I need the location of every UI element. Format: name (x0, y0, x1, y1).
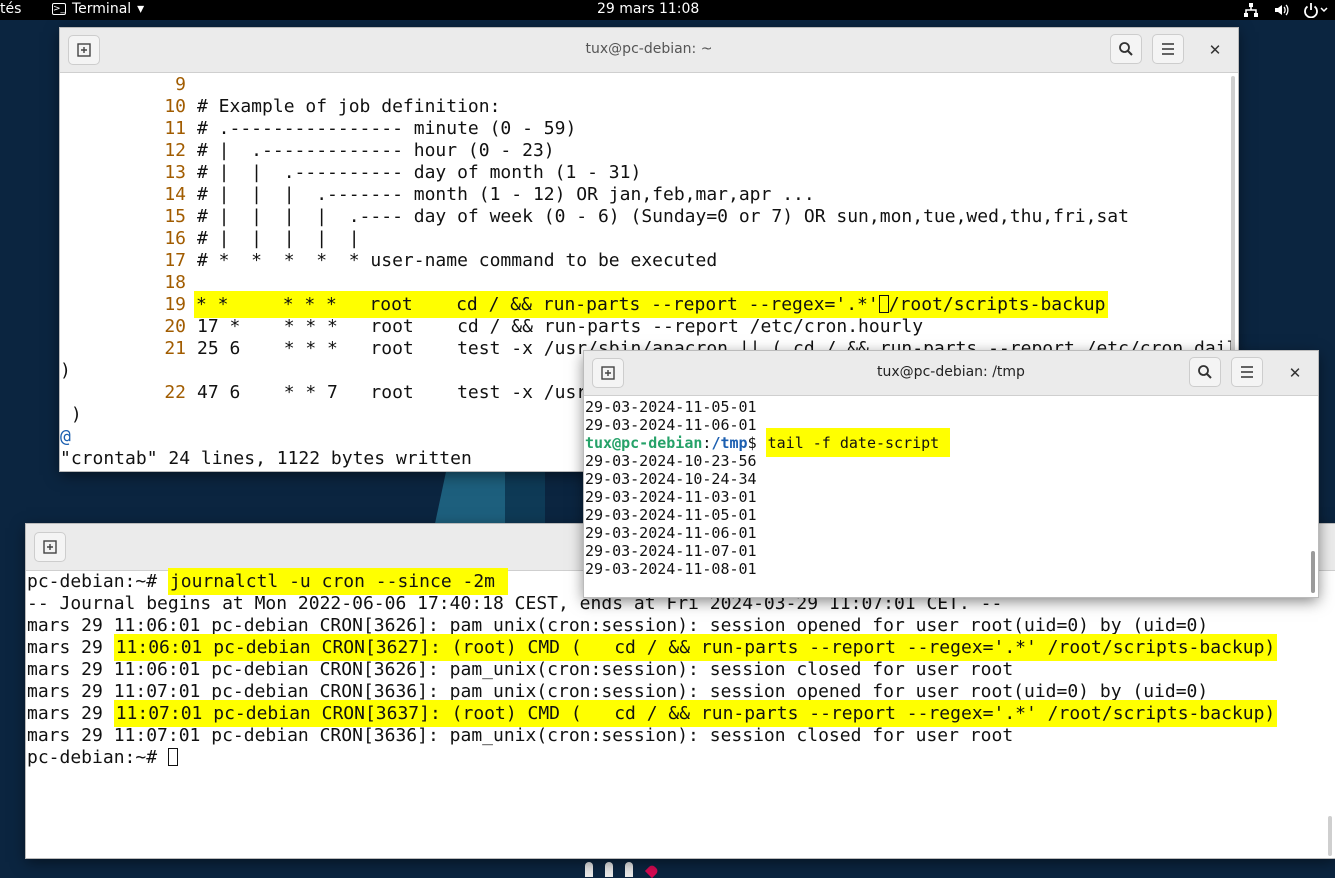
chevron-down-icon: ▾ (137, 1, 145, 17)
terminal-line: 29-03-2024-11-06-01 (585, 524, 757, 542)
close-button[interactable]: ✕ (1283, 361, 1307, 385)
power-icon (1303, 2, 1329, 18)
terminal-content[interactable]: pc-debian:~# journalctl -u cron --since … (27, 568, 1335, 769)
new-tab-icon (43, 540, 57, 554)
terminal-line: 29-03-2024-11-05-01 (585, 506, 757, 524)
terminal-window-tmp[interactable]: tux@pc-debian: /tmp ✕ 29-03-2024-11-05-0… (584, 351, 1318, 597)
editor-line: 10 # Example of job definition: (164, 96, 501, 117)
close-button[interactable]: ✕ (1203, 38, 1227, 62)
app-menu[interactable]: >_ Terminal ▾ (52, 1, 144, 17)
terminal-line: 29-03-2024-11-07-01 (585, 542, 757, 560)
terminal-line: 29-03-2024-10-24-34 (585, 470, 757, 488)
editor-line: 9 (175, 74, 186, 95)
menu-button[interactable] (1152, 34, 1184, 64)
top-bar: tés >_ Terminal ▾ 29 mars 11:08 (0, 0, 1335, 20)
header-bar: tux@pc-debian: ~ ✕ (60, 28, 1238, 73)
editor-line: 11 # .---------------- minute (0 - 59) (164, 118, 577, 139)
header-bar: tux@pc-debian: /tmp ✕ (584, 351, 1318, 396)
close-icon: ✕ (1288, 364, 1302, 382)
clock[interactable]: 29 mars 11:08 (597, 1, 699, 17)
text-cursor (167, 748, 178, 766)
search-button[interactable] (1189, 357, 1221, 387)
search-icon (1198, 365, 1212, 379)
terminal-line: pc-debian:~# (27, 747, 1335, 769)
terminal-line: 29-03-2024-11-05-01 (585, 398, 757, 416)
scrollbar[interactable] (1311, 551, 1315, 593)
menu-button[interactable] (1231, 357, 1263, 387)
terminal-line: 29-03-2024-11-03-01 (585, 488, 757, 506)
editor-line: 20 17 * * * * root cd / && run-parts --re… (164, 316, 924, 337)
terminal-prompt-line: tux@pc-debian:/tmp$ tail -f date-script (585, 428, 1318, 457)
scrollbar[interactable] (1328, 816, 1332, 856)
editor-line-highlighted: 19 * * * * * root cd / && run-parts --rep… (60, 291, 1238, 318)
terminal-line: mars 29 11:07:01 pc-debian CRON[3636]: p… (27, 725, 1014, 746)
close-icon: ✕ (1208, 41, 1222, 59)
editor-line: 13 # | | .---------- day of month (1 - 31… (164, 162, 642, 183)
editor-line: 16 # | | | | | (164, 228, 360, 249)
text-cursor (878, 295, 889, 313)
editor-line: 15 # | | | | .---- day of week (0 - 6) (S… (164, 206, 1129, 227)
wallpaper-logo (585, 862, 675, 878)
terminal-line: 29-03-2024-10-23-56 (585, 452, 757, 470)
app-menu-label: Terminal (72, 1, 132, 17)
terminal-line: mars 29 11:06:01 pc-debian CRON[3626]: p… (27, 659, 1014, 680)
editor-line: 12 # | .------------- hour (0 - 23) (164, 140, 555, 161)
window-title: tux@pc-debian: ~ (585, 41, 713, 57)
editor-line: 14 # | | | .------- month (1 - 12) OR jan… (164, 184, 815, 205)
terminal-line-highlighted: mars 29 11:06:01 pc-debian CRON[3627]: (… (27, 634, 1335, 661)
terminal-line: 29-03-2024-11-06-01 (585, 416, 757, 434)
terminal-content[interactable]: 29-03-2024-11-05-01 29-03-2024-11-06-01 … (585, 398, 1318, 578)
wallpaper-shape (505, 470, 545, 530)
terminal-app-icon: >_ (52, 3, 66, 15)
new-tab-button[interactable] (34, 532, 66, 562)
hamburger-icon (1241, 366, 1253, 378)
activities-button[interactable]: tés (0, 1, 21, 17)
system-tray[interactable] (1243, 0, 1329, 20)
terminal-line: 29-03-2024-11-08-01 (585, 560, 757, 578)
search-icon (1119, 42, 1133, 56)
network-icon (1243, 2, 1259, 18)
terminal-line-highlighted: mars 29 11:07:01 pc-debian CRON[3637]: (… (27, 700, 1335, 727)
search-button[interactable] (1110, 34, 1142, 64)
hamburger-icon (1162, 43, 1174, 55)
volume-icon (1273, 2, 1289, 18)
editor-line: 17 # * * * * * user-name command to be ex… (164, 250, 718, 271)
